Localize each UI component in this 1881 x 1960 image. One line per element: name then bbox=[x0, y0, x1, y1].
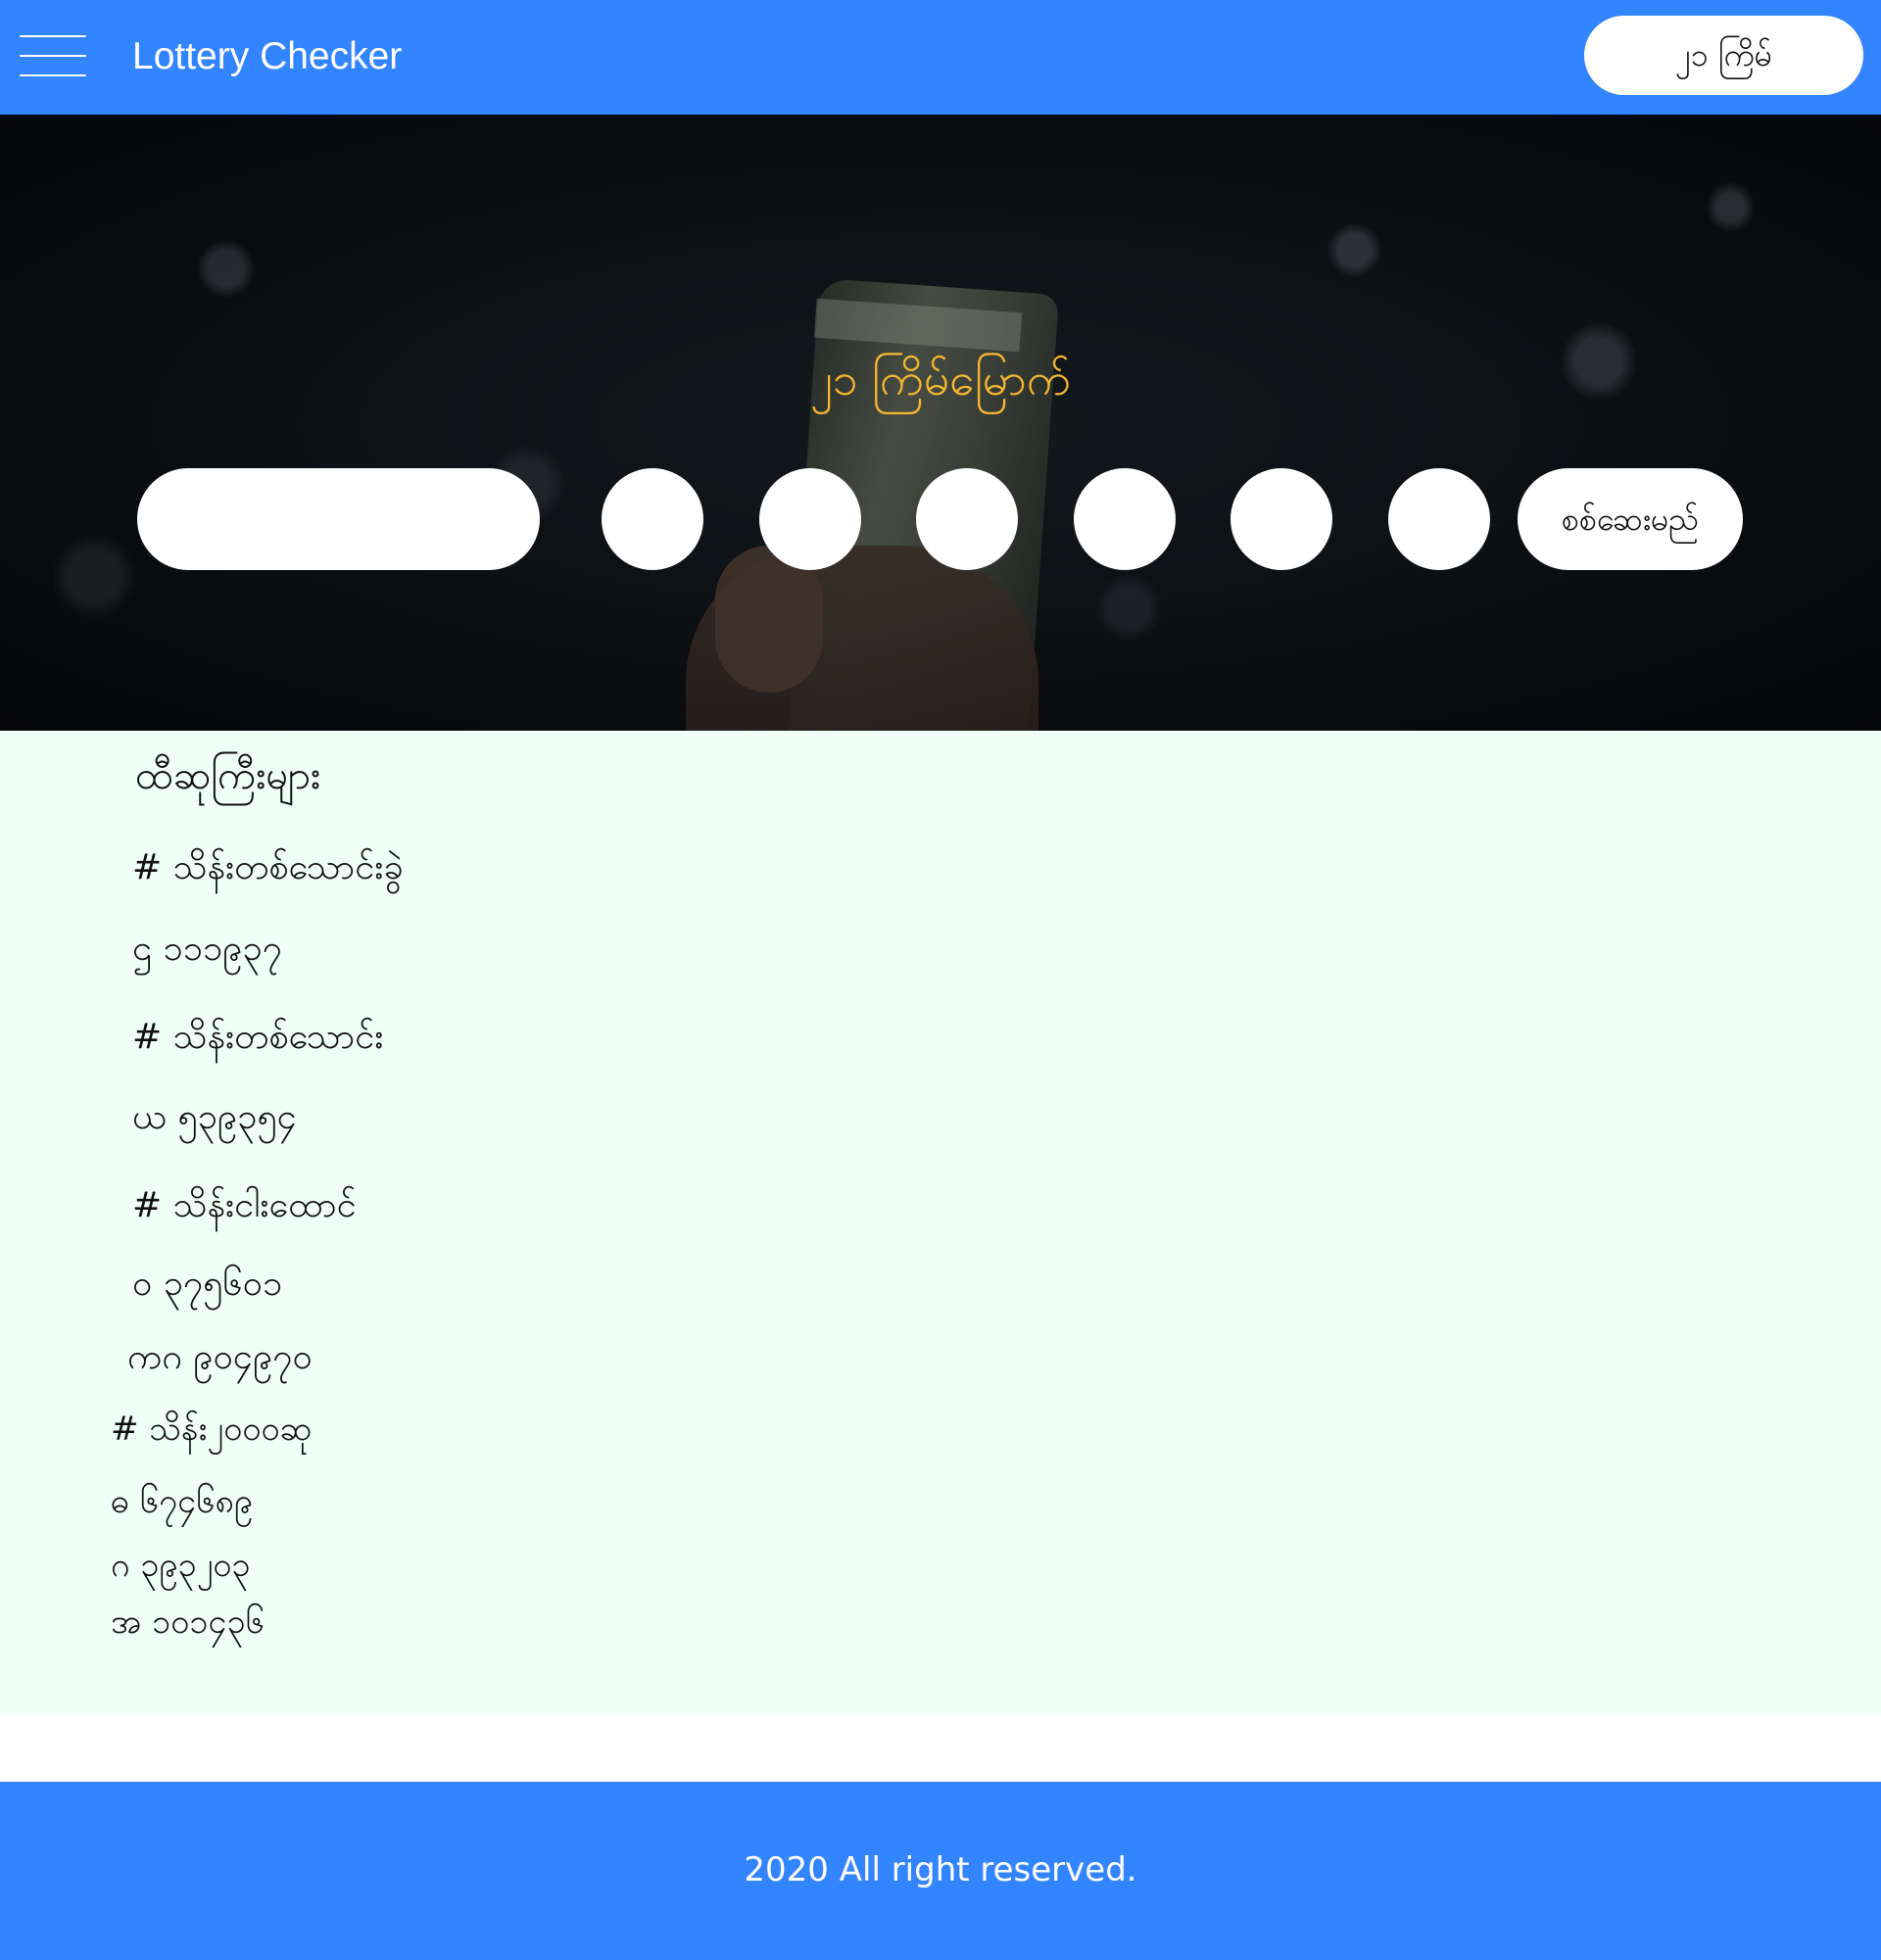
prize-list-section: ထီဆုကြီးများ # သိန်းတစ်သောင်းခွဲ ဌ ၁၁၁၉၃… bbox=[0, 731, 1881, 1713]
prize-number: ဌ ၁၁၁၉၃၇ bbox=[132, 929, 282, 969]
digit-input-1[interactable] bbox=[602, 468, 703, 570]
top-navbar: Lottery Checker ၂၁ ကြိမ် bbox=[0, 0, 1881, 115]
prize-heading: # သိန်း၂၀၀၀ဆု bbox=[111, 1410, 313, 1449]
prize-number: ယ ၅၃၉၃၅၄ bbox=[132, 1097, 297, 1137]
digit-input-2[interactable] bbox=[759, 468, 861, 570]
digit-input-6[interactable] bbox=[1388, 468, 1490, 570]
digit-input-4[interactable] bbox=[1074, 468, 1176, 570]
prize-list-title: ထီဆုကြီးများ bbox=[135, 753, 321, 798]
prize-heading: # သိန်းတစ်သောင်း bbox=[132, 1017, 384, 1057]
hamburger-menu-icon[interactable] bbox=[20, 33, 86, 80]
app-title: Lottery Checker bbox=[132, 35, 403, 77]
hero-banner: ၂၁ ကြိမ်မြောက် စစ်ဆေးမည် bbox=[0, 115, 1881, 731]
hero-heading: ၂၁ ကြိမ်မြောက် bbox=[810, 353, 1071, 406]
footer: 2020 All right reserved. bbox=[0, 1782, 1881, 1960]
prize-number: အ ၁၀၁၄၃၆ bbox=[111, 1602, 265, 1642]
hero-overlay bbox=[0, 115, 1881, 731]
check-button[interactable]: စစ်ဆေးမည် bbox=[1518, 468, 1743, 570]
prize-number: ဝ ၃၇၅၆၀၁ bbox=[132, 1264, 283, 1304]
prize-number: ကဂ ၉၀၄၉၇၀ bbox=[127, 1337, 313, 1377]
prefix-input[interactable] bbox=[137, 468, 540, 570]
prize-number: ဓ ၆၇၄၆၈၉ bbox=[111, 1482, 253, 1521]
prize-heading: # သိန်းတစ်သောင်းခွဲ bbox=[132, 847, 404, 887]
footer-copyright: 2020 All right reserved. bbox=[744, 1850, 1137, 1889]
digit-input-3[interactable] bbox=[916, 468, 1018, 570]
menu-line bbox=[20, 55, 86, 57]
prize-number: ဂ ၃၉၃၂၀၃ bbox=[111, 1546, 251, 1585]
prize-heading: # သိန်းငါးထောင် bbox=[132, 1185, 357, 1225]
round-select-button[interactable]: ၂၁ ကြိမ် bbox=[1584, 16, 1863, 95]
menu-line bbox=[20, 74, 86, 76]
menu-line bbox=[20, 35, 86, 37]
digit-input-5[interactable] bbox=[1230, 468, 1332, 570]
